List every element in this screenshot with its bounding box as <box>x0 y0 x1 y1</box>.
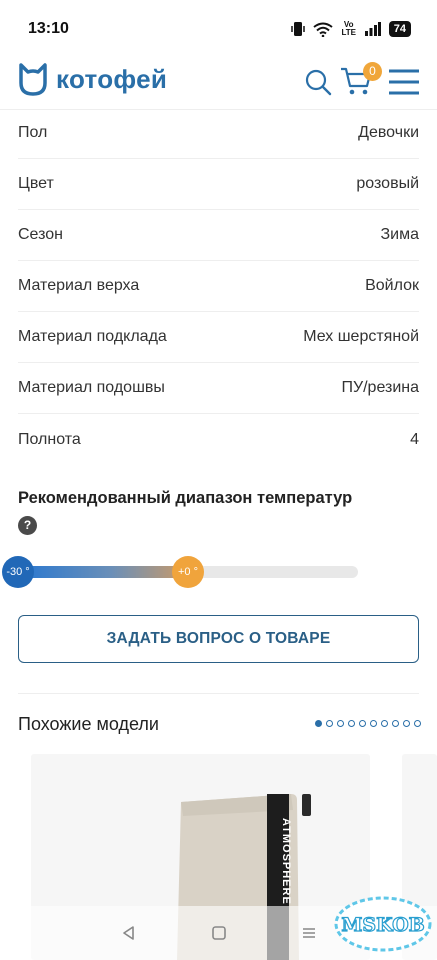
help-icon[interactable]: ? <box>18 516 37 535</box>
pagination-dot[interactable] <box>392 720 399 727</box>
logo-text: котофей <box>56 63 168 94</box>
specs-list: Пол Девочки Цвет розовый Сезон Зима Мате… <box>18 108 419 465</box>
site-header: котофей 0 <box>0 58 437 110</box>
spec-row-sole-material: Материал подошвы ПУ/резина <box>18 363 419 414</box>
temperature-min-handle: -30 ° <box>2 556 34 588</box>
cat-logo-icon <box>19 63 47 96</box>
temperature-range-fill <box>20 566 186 578</box>
spec-value: розовый <box>356 175 419 192</box>
spec-value: Девочки <box>358 124 419 141</box>
home-icon[interactable] <box>211 925 227 941</box>
spec-value: Мех шерстяной <box>303 328 419 345</box>
pagination-dot[interactable] <box>381 720 388 727</box>
wifi-icon <box>313 22 333 37</box>
pagination-dot[interactable] <box>403 720 410 727</box>
carousel-pagination <box>315 720 421 727</box>
cart-count-badge: 0 <box>363 62 382 81</box>
spec-label: Материал подклада <box>18 328 167 345</box>
spec-value: ПУ/резина <box>341 379 419 396</box>
pagination-dot[interactable] <box>337 720 344 727</box>
similar-models-title: Похожие модели <box>18 714 159 734</box>
temperature-max-handle: +0 ° <box>172 556 204 588</box>
vibrate-icon <box>291 22 305 36</box>
pagination-dot[interactable] <box>414 720 421 727</box>
spec-label: Пол <box>18 124 48 141</box>
spec-row-upper-material: Материал верха Войлок <box>18 261 419 312</box>
status-bar: 13:10 Vo LTE 74 <box>0 0 437 58</box>
boot-strap-text: ATMOSPHERE <box>280 818 292 905</box>
pagination-dot[interactable] <box>348 720 355 727</box>
spec-label: Цвет <box>18 175 54 192</box>
spec-row-gender: Пол Девочки <box>18 108 419 159</box>
pagination-dot[interactable] <box>326 720 333 727</box>
section-divider <box>18 693 419 694</box>
status-icons: Vo LTE 74 <box>291 21 411 37</box>
pagination-dot[interactable] <box>315 720 322 727</box>
spec-row-lining-material: Материал подклада Мех шерстяной <box>18 312 419 363</box>
spec-value: 4 <box>410 430 419 448</box>
spec-value: Зима <box>380 226 420 243</box>
pagination-dot[interactable] <box>359 720 366 727</box>
spec-label: Материал верха <box>18 277 140 294</box>
spec-label: Полнота <box>18 430 81 448</box>
battery-icon: 74 <box>388 21 411 37</box>
spec-label: Материал подошвы <box>18 379 165 396</box>
watermark-sticker: MSKOB <box>334 896 432 952</box>
logo[interactable]: котофей <box>18 61 167 97</box>
temperature-range-title: Рекомендованный диапазон температур <box>18 489 353 507</box>
watermark-text: MSKOB <box>341 914 424 936</box>
search-icon[interactable] <box>304 68 332 96</box>
volte-indicator: Vo LTE <box>341 20 356 37</box>
signal-icon <box>364 22 381 36</box>
menu-icon[interactable] <box>388 68 420 96</box>
spec-row-color: Цвет розовый <box>18 159 419 210</box>
spec-value: Войлок <box>365 277 419 294</box>
spec-row-season: Сезон Зима <box>18 210 419 261</box>
ask-question-button[interactable]: ЗАДАТЬ ВОПРОС О ТОВАРЕ <box>18 615 419 663</box>
spec-label: Сезон <box>18 226 63 243</box>
status-time: 13:10 <box>28 20 69 37</box>
back-icon[interactable] <box>121 925 137 941</box>
pagination-dot[interactable] <box>370 720 377 727</box>
spec-row-width: Полнота 4 <box>18 414 419 465</box>
recents-icon[interactable] <box>301 925 317 941</box>
